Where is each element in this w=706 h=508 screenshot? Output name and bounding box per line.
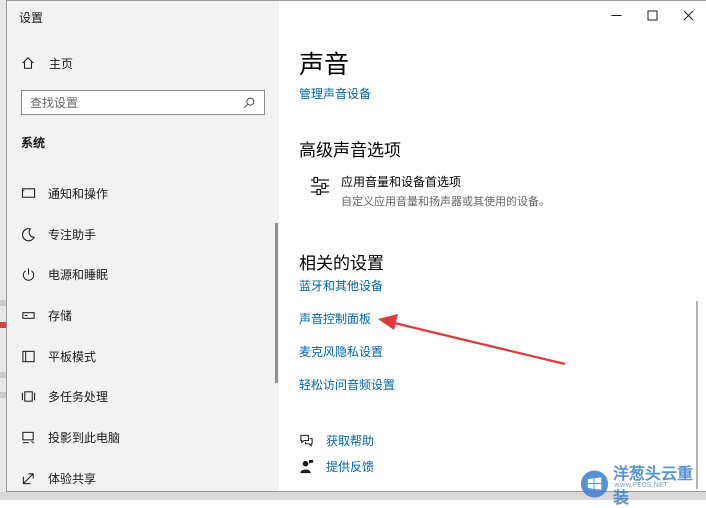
app-volume-text: 应用音量和设备首选项 自定义应用音量和扬声器或其使用的设备。	[341, 173, 550, 209]
sidebar: 设置 主页 系统 通知和操作	[7, 1, 279, 491]
maximize-button[interactable]	[634, 1, 670, 29]
sidebar-item-tablet-mode[interactable]: 平板模式	[7, 336, 279, 377]
sidebar-item-label: 平板模式	[48, 349, 97, 364]
home-icon	[22, 57, 34, 69]
sidebar-item-label: 多任务处理	[48, 390, 109, 405]
moon-icon	[22, 227, 35, 241]
sidebar-item-power[interactable]: 电源和睡眠	[7, 254, 279, 295]
sidebar-item-label: 专注助手	[48, 227, 97, 242]
app-volume-description: 自定义应用音量和扬声器或其使用的设备。	[341, 195, 550, 208]
manage-sound-devices-link[interactable]: 管理声音设备	[299, 85, 371, 102]
watermark-subtext: www.PEOS.NET	[614, 481, 668, 489]
search-input[interactable]	[22, 92, 242, 113]
sidebar-item-focus-assist[interactable]: 专注助手	[7, 214, 279, 255]
minimize-icon	[611, 14, 621, 16]
project-icon	[22, 431, 35, 444]
related-settings-heading: 相关的设置	[299, 254, 384, 274]
watermark: 洋葱头云重装 www.PEOS.NET	[580, 460, 706, 508]
close-button[interactable]	[670, 1, 706, 29]
settings-window: 设置 主页 系统 通知和操作	[6, 0, 706, 492]
feedback-person-icon	[300, 459, 314, 474]
app-volume-option[interactable]: 应用音量和设备首选项 自定义应用音量和扬声器或其使用的设备。	[309, 173, 550, 209]
search-icon[interactable]	[242, 96, 256, 110]
sliders-icon	[311, 176, 329, 196]
get-help-link[interactable]: 获取帮助	[299, 432, 374, 449]
sidebar-item-label: 电源和睡眠	[48, 268, 109, 283]
search-box[interactable]	[21, 90, 265, 115]
section-title: 系统	[21, 136, 46, 150]
tablet-icon	[22, 350, 35, 362]
sidebar-scrollbar[interactable]	[275, 223, 278, 383]
notification-icon	[21, 188, 36, 198]
bluetooth-devices-link[interactable]: 蓝牙和其他设备	[299, 277, 383, 294]
home-nav-item[interactable]: 主页	[21, 52, 73, 74]
sidebar-item-label: 投影到此电脑	[48, 430, 121, 445]
sidebar-item-label: 存储	[48, 308, 73, 323]
sidebar-item-label: 通知和操作	[48, 186, 109, 201]
sidebar-item-storage[interactable]: 存储	[7, 295, 279, 336]
advanced-sound-heading: 高级声音选项	[299, 141, 401, 161]
watermark-logo	[580, 470, 609, 498]
sidebar-item-label: 体验共享	[48, 471, 97, 486]
share-icon	[22, 472, 34, 484]
sound-control-panel-link[interactable]: 声音控制面板	[299, 310, 371, 327]
feedback-link[interactable]: 提供反馈	[299, 458, 374, 475]
storage-icon	[22, 312, 35, 319]
sidebar-item-multitasking[interactable]: 多任务处理	[7, 376, 279, 417]
help-chat-icon	[300, 434, 313, 447]
sidebar-nav: 通知和操作 专注助手 电源和睡眠 存储 平板模式 多任务处理 投影到此电脑 体验…	[7, 173, 279, 491]
ease-of-access-audio-link[interactable]: 轻松访问音频设置	[299, 376, 395, 393]
maximize-icon	[647, 10, 657, 20]
window-title: 设置	[19, 11, 44, 25]
main-content: 声音 管理声音设备 高级声音选项 应用音量和设备首选项 自定义应用音量和扬声器或…	[279, 1, 706, 491]
sidebar-item-notifications[interactable]: 通知和操作	[7, 173, 279, 214]
sidebar-item-project[interactable]: 投影到此电脑	[7, 417, 279, 458]
sidebar-item-shared-experiences[interactable]: 体验共享	[7, 458, 279, 491]
multitask-icon	[21, 391, 36, 402]
app-volume-title: 应用音量和设备首选项	[341, 175, 462, 189]
close-icon	[683, 10, 693, 20]
get-help-label: 获取帮助	[326, 434, 375, 448]
minimize-button[interactable]	[598, 1, 634, 29]
window-controls	[598, 1, 706, 29]
feedback-label: 提供反馈	[326, 460, 375, 474]
page-title: 声音	[299, 50, 350, 79]
power-icon	[22, 268, 35, 281]
microphone-privacy-link[interactable]: 麦克风隐私设置	[299, 343, 383, 360]
home-label: 主页	[49, 56, 74, 71]
